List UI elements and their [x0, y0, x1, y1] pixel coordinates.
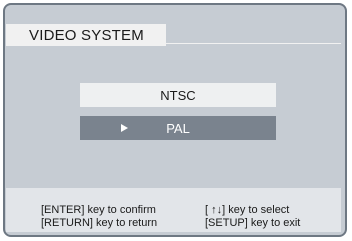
option-pal[interactable]: PAL [80, 116, 276, 140]
help-setup-exit: [SETUP] key to exit [205, 217, 301, 229]
page-title: VIDEO SYSTEM [29, 27, 144, 44]
help-return: [RETURN] key to return [41, 217, 158, 229]
option-ntsc-label: NTSC [160, 88, 196, 103]
option-ntsc[interactable]: NTSC [80, 83, 276, 107]
title-divider [166, 43, 341, 44]
help-arrows-select: [ ↑↓] key to select [205, 204, 290, 216]
option-pal-label: PAL [166, 121, 190, 136]
help-enter-confirm: [ENTER] key to confirm [41, 204, 156, 216]
